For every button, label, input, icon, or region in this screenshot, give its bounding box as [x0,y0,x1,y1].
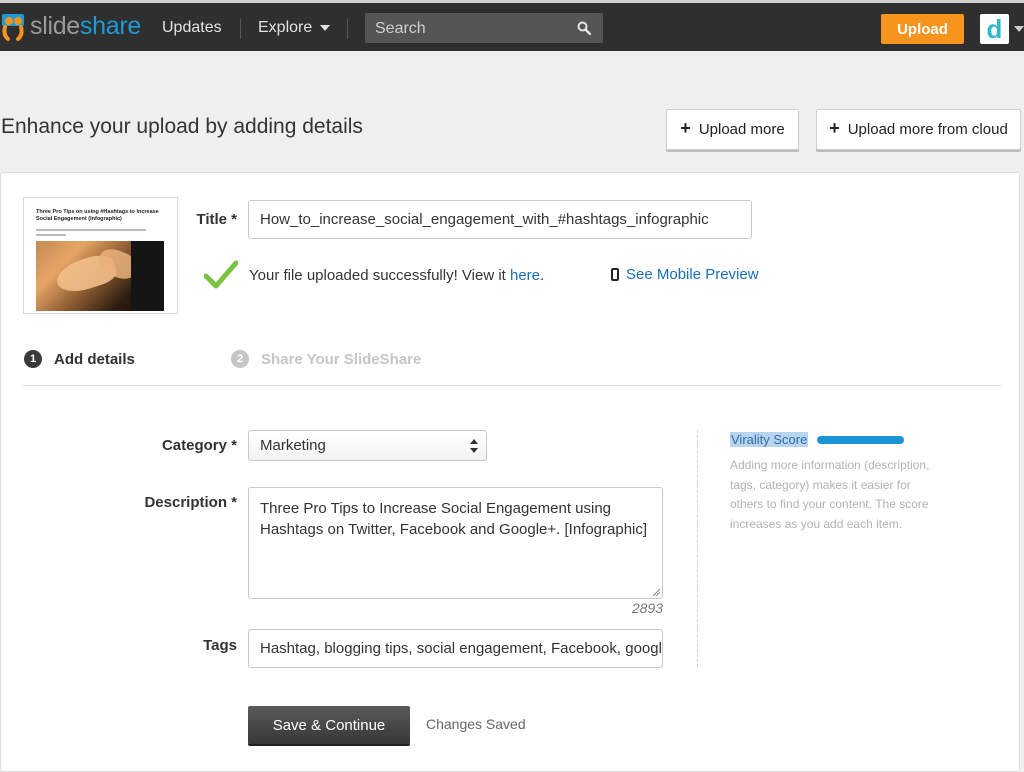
checkmark-icon [204,260,238,289]
upload-more-button[interactable]: + Upload more [666,109,799,150]
thumbnail-text-line [36,234,66,236]
virality-score-label: Virality Score [730,432,809,447]
step-number: 2 [231,350,249,368]
see-mobile-preview-link[interactable]: See Mobile Preview [611,266,759,283]
slideshare-logo-icon [2,14,24,41]
step-add-details: 1 Add details [24,350,135,368]
select-arrows-icon [470,439,478,453]
nav-explore[interactable]: Explore [258,19,331,37]
title-label: Title * [196,211,237,228]
phone-icon [611,268,619,281]
tags-input[interactable]: Hashtag, blogging tips, social engagemen… [248,629,663,668]
character-counter: 2893 [631,600,663,616]
avatar-caret-icon[interactable] [1014,26,1024,32]
category-value: Marketing [260,437,326,454]
description-label: Description * [144,494,237,511]
top-navbar: slideshare Updates Explore Upload d [0,0,1024,51]
save-and-continue-button[interactable]: Save & Continue [248,706,410,744]
slideshare-logo[interactable]: slideshare [0,9,141,43]
upload-more-from-cloud-button[interactable]: + Upload more from cloud [816,109,1021,150]
thumbnail-image [36,241,164,311]
search-icon[interactable] [577,21,591,35]
search-input[interactable] [365,13,577,45]
success-text: Your file uploaded successfully! View it [249,267,510,284]
upload-more-from-cloud-label: Upload more from cloud [847,121,1008,138]
nav-updates[interactable]: Updates [162,19,222,37]
nav-separator [347,19,348,39]
plus-icon: + [680,118,691,138]
sidebar-divider [697,430,698,667]
upload-more-label: Upload more [698,121,785,138]
divider [23,385,1001,386]
description-textarea[interactable]: Three Pro Tips to Increase Social Engage… [248,487,663,599]
success-text-end: . [540,267,545,284]
thumbnail-title: Three Pro Tips on using #Hashtags to Inc… [36,209,159,222]
step-label: Share Your SlideShare [261,350,422,368]
plus-icon: + [829,118,840,138]
save-status: Changes Saved [426,716,526,732]
avatar[interactable]: d [980,14,1009,44]
view-file-link[interactable]: here [510,267,540,284]
description-value: Three Pro Tips to Increase Social Engage… [260,500,648,538]
category-label: Category * [161,437,237,454]
step-number: 1 [24,350,42,368]
step-share: 2 Share Your SlideShare [231,350,421,368]
page-title: Enhance your upload by adding details [1,115,363,138]
title-input[interactable]: How_to_increase_social_engagement_with_#… [248,200,752,239]
upload-success-message: Your file uploaded successfully! View it… [249,267,544,284]
category-select[interactable]: Marketing [248,430,487,461]
virality-score-bar [817,436,904,444]
chevron-down-icon [320,25,331,31]
search-box [365,13,603,45]
virality-help-text: Adding more information (description, ta… [730,458,930,531]
logo-text-share: share [79,11,141,40]
slide-thumbnail[interactable]: Three Pro Tips on using #Hashtags to Inc… [23,197,178,314]
see-mobile-preview-label: See Mobile Preview [626,266,759,283]
thumbnail-text-line [36,229,146,231]
upload-button[interactable]: Upload [881,14,964,44]
tags-label: Tags [203,637,237,654]
logo-text-slide: slide [30,11,80,40]
nav-explore-label: Explore [258,19,313,36]
nav-separator [240,19,241,39]
resize-handle-icon[interactable] [652,588,660,596]
step-label: Add details [54,350,135,368]
